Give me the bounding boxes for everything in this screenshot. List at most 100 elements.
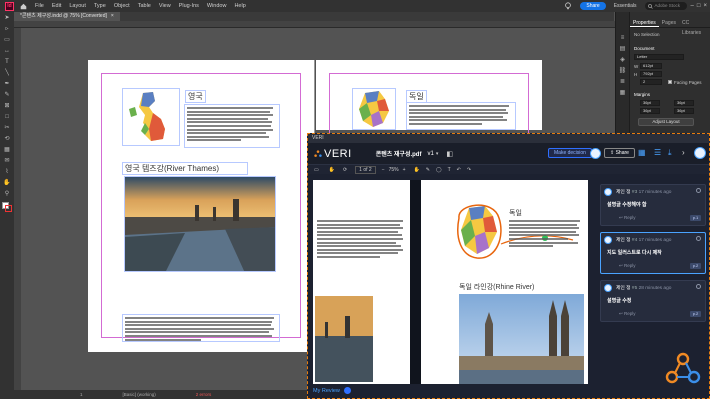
- menu-edit[interactable]: Edit: [52, 3, 61, 9]
- adobe-stock-search[interactable]: Adobe Stock: [644, 2, 687, 10]
- eyedropper-icon[interactable]: ⌇: [3, 168, 11, 176]
- preflight-errors[interactable]: 2 errors: [196, 392, 212, 397]
- make-decision-button[interactable]: Make decision: [548, 148, 592, 158]
- direct-selection-icon[interactable]: ▹: [3, 25, 11, 33]
- comment-card[interactable]: 제인 정 #5 28 minutes ago 설명글 수정 ↩ Reply p.…: [600, 280, 706, 322]
- margin-left-field[interactable]: 36pt: [674, 100, 694, 106]
- menu-layout[interactable]: Layout: [69, 3, 86, 9]
- minimize-icon[interactable]: –: [691, 3, 694, 9]
- reply-button[interactable]: ↩ Reply: [619, 215, 636, 221]
- scissors-icon[interactable]: ✂: [3, 124, 11, 132]
- close-tab-icon[interactable]: ×: [111, 12, 114, 21]
- gap-tool-icon[interactable]: ↔: [3, 47, 11, 55]
- pencil-tool-icon[interactable]: ✎: [3, 91, 11, 99]
- page-tool-icon[interactable]: ▭: [3, 36, 11, 44]
- uk-text-frame[interactable]: [184, 104, 280, 148]
- share-button[interactable]: Share: [580, 2, 606, 10]
- right-page[interactable]: 독일: [316, 60, 542, 153]
- version-select[interactable]: v1: [427, 151, 433, 157]
- swatches-icon[interactable]: ▦: [619, 89, 627, 97]
- zoom-tool-icon[interactable]: ⚲: [3, 190, 11, 198]
- transform-icon[interactable]: ⟲: [3, 135, 11, 143]
- menu-window[interactable]: Window: [207, 3, 227, 9]
- adjust-layout-button[interactable]: Adjust Layout: [638, 118, 694, 126]
- hand-icon[interactable]: ✋: [329, 167, 335, 173]
- tab-properties[interactable]: Properties: [630, 18, 659, 27]
- pen-tool-icon[interactable]: ✒: [3, 80, 11, 88]
- pages-icon[interactable]: ▤: [619, 45, 627, 53]
- fill-stroke-swatch[interactable]: [2, 202, 12, 212]
- menu-table[interactable]: Table: [138, 3, 151, 9]
- undo-icon[interactable]: ↶: [457, 167, 461, 173]
- height-field[interactable]: 792pt: [640, 71, 662, 77]
- comment-card[interactable]: 제인 정 #3 17 minutes ago 설명글 수정해야 함 ↩ Repl…: [600, 184, 706, 226]
- gradient-icon[interactable]: ▦: [3, 146, 11, 154]
- menu-plugins[interactable]: Plug-Ins: [179, 3, 199, 9]
- uk-map-image[interactable]: [122, 88, 180, 146]
- veri-left-page[interactable]: [313, 180, 410, 384]
- veri-right-page[interactable]: 독일 독일 라인강(Rhine River): [421, 180, 588, 384]
- menu-type[interactable]: Type: [94, 3, 106, 9]
- redo-icon[interactable]: ↷: [467, 167, 471, 173]
- close-icon[interactable]: ×: [703, 3, 707, 9]
- left-page[interactable]: 영국 영국 템즈강(River Thames): [88, 60, 314, 352]
- workspace-switcher[interactable]: Essentials: [614, 3, 637, 9]
- compare-icon[interactable]: ◧: [446, 150, 453, 158]
- page-size-select[interactable]: Letter: [634, 54, 684, 60]
- zoom-level[interactable]: 75%: [389, 167, 399, 173]
- margin-right-field[interactable]: 36pt: [674, 108, 694, 114]
- veri-share-button[interactable]: ⇪ Share: [604, 148, 635, 158]
- master-label[interactable]: [Basic] (working): [123, 392, 156, 397]
- review-badge-icon[interactable]: [344, 387, 352, 395]
- stroke-icon[interactable]: ≣: [619, 78, 627, 86]
- menu-file[interactable]: File: [35, 3, 44, 9]
- page-number[interactable]: 1: [80, 392, 83, 397]
- zoom-out-icon[interactable]: −: [382, 167, 385, 173]
- grid-view-icon[interactable]: ▦: [638, 148, 646, 157]
- germany-text-frame[interactable]: [406, 102, 516, 130]
- document-tab[interactable]: *콘텐츠 제구성.indd @ 75% [Converted] ×: [14, 12, 120, 21]
- menu-help[interactable]: Help: [234, 3, 245, 9]
- resolve-check-icon[interactable]: [696, 284, 701, 289]
- page-indicator[interactable]: 1 of 2: [355, 165, 376, 174]
- type-tool-icon[interactable]: T: [3, 58, 11, 66]
- avatar[interactable]: [590, 148, 601, 159]
- links-icon[interactable]: ⛓: [619, 67, 627, 75]
- maximize-icon[interactable]: □: [697, 3, 701, 9]
- thames-heading[interactable]: 영국 템즈강(River Thames): [122, 162, 248, 175]
- my-review-link[interactable]: My Review: [313, 388, 340, 394]
- text-tool-icon[interactable]: T: [448, 167, 451, 173]
- page-badge[interactable]: p.1: [690, 215, 701, 221]
- note-icon[interactable]: ✉: [3, 157, 11, 165]
- comment-card-selected[interactable]: 제인 정 #4 17 minutes ago 지도 일러스트로 다시 제작 ↩ …: [600, 232, 706, 274]
- facing-pages-checkbox[interactable]: [668, 80, 672, 84]
- home-icon[interactable]: [20, 3, 27, 10]
- chevron-down-icon[interactable]: ▾: [436, 151, 439, 157]
- resolve-check-icon[interactable]: [696, 236, 701, 241]
- rectangle-tool-icon[interactable]: □: [3, 113, 11, 121]
- margin-bottom-field[interactable]: 36pt: [640, 108, 660, 114]
- margin-top-field[interactable]: 36pt: [640, 100, 660, 106]
- reply-button[interactable]: ↩ Reply: [619, 311, 636, 317]
- lightbulb-icon[interactable]: [564, 2, 572, 10]
- tab-cc-libraries[interactable]: CC Libraries: [679, 18, 710, 36]
- export-icon[interactable]: ⤓: [668, 148, 672, 158]
- pages-count-field[interactable]: 2: [640, 79, 662, 85]
- properties-icon[interactable]: ≡: [619, 34, 627, 42]
- tab-pages[interactable]: Pages: [659, 18, 679, 27]
- width-field[interactable]: 612pt: [640, 63, 662, 69]
- rotate-icon[interactable]: ⟳: [343, 167, 347, 173]
- list-view-icon[interactable]: ☰: [654, 148, 661, 157]
- line-tool-icon[interactable]: ╲: [3, 69, 11, 77]
- germany-map-image[interactable]: [352, 88, 396, 130]
- zoom-in-icon[interactable]: +: [403, 167, 406, 173]
- thames-text-frame[interactable]: [122, 314, 280, 342]
- reply-button[interactable]: ↩ Reply: [619, 263, 636, 269]
- pen-icon[interactable]: ✎: [426, 167, 430, 173]
- hand-tool-icon[interactable]: ✋: [3, 179, 11, 187]
- resolve-check-icon[interactable]: [696, 188, 701, 193]
- sidebar-toggle-icon[interactable]: ▭: [314, 167, 319, 173]
- selection-tool-icon[interactable]: ➤: [3, 14, 11, 22]
- thames-photo[interactable]: [124, 176, 276, 272]
- page-badge[interactable]: p.2: [690, 263, 701, 269]
